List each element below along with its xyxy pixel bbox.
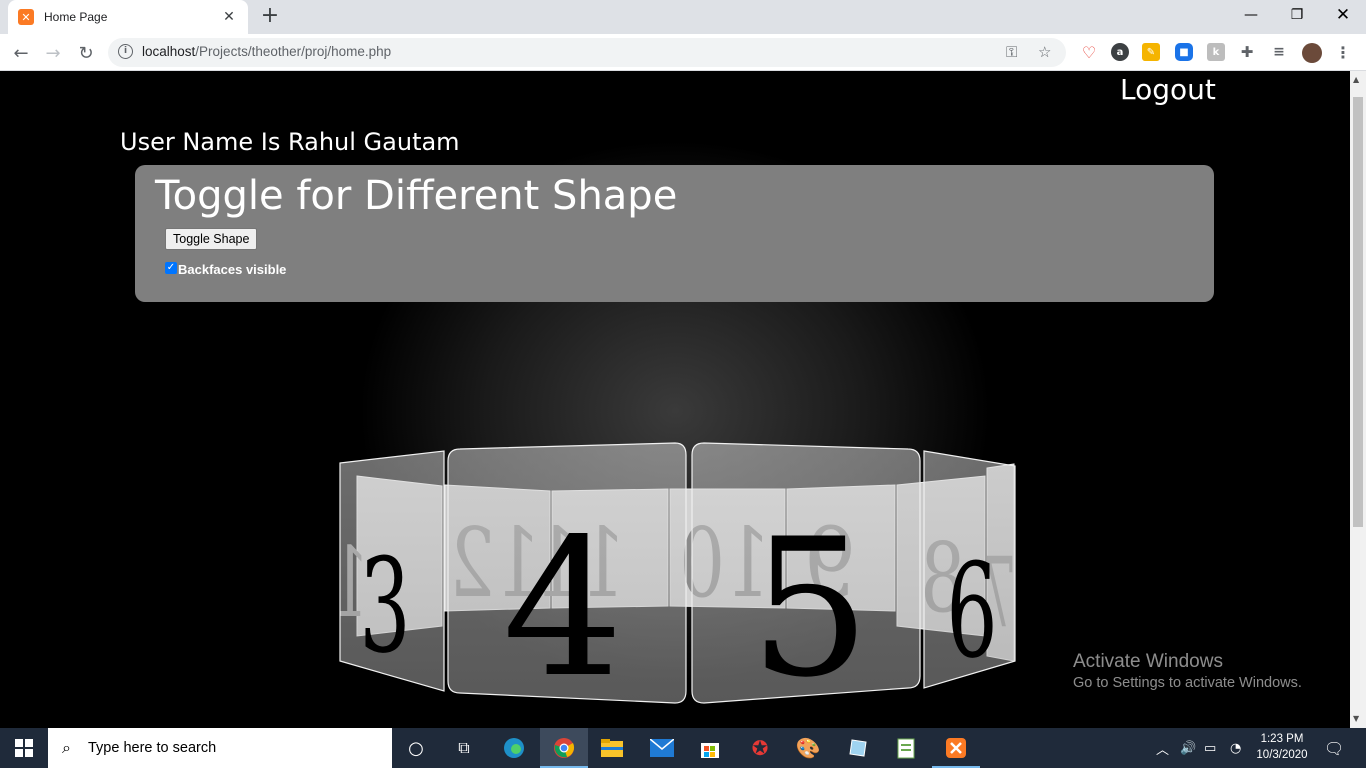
heart-extension-icon[interactable]: ♡ [1080,43,1098,62]
watermark-title: Activate Windows [1073,651,1223,672]
key-icon[interactable]: ⚿ [1006,43,1017,61]
minimize-icon[interactable]: — [1228,0,1274,30]
profile-avatar[interactable] [1302,43,1322,63]
watermark-subtitle: Go to Settings to activate Windows. [1073,675,1302,691]
antivirus-icon[interactable]: ✪ [748,736,772,760]
browser-toolbar: ← → ↻ i localhost/Projects/theother/proj… [0,34,1366,71]
show-hidden-icons[interactable]: ︿ [1156,728,1169,768]
new-tab-icon[interactable]: + [258,4,282,28]
xampp-icon[interactable] [944,736,968,760]
tab-title: Home Page [44,10,108,24]
restore-icon[interactable]: ❐ [1274,0,1320,30]
bookmark-star-icon[interactable]: ☆ [1038,43,1051,61]
logout-link[interactable]: Logout [1120,73,1216,106]
site-info-icon[interactable]: i [118,44,133,59]
notes-app-icon[interactable] [846,736,870,760]
extension-blue-icon[interactable]: ■ [1175,43,1193,61]
mail-icon[interactable] [650,736,674,760]
notepad-plus-icon[interactable] [894,736,918,760]
media-control-icon[interactable]: ≡ [1270,43,1288,61]
search-placeholder: Type here to search [88,740,217,756]
scroll-down-icon[interactable]: ▼ [1353,714,1359,723]
page-content: 1 12 11 10 9 8 7 3 4 5 6 Logout User Nam… [0,71,1350,728]
battery-icon[interactable]: ▭ [1204,728,1216,768]
front-number-6: 6 [946,536,997,687]
clock-date: 10/3/2020 [1256,749,1308,761]
backfaces-label[interactable]: Backfaces visible [178,262,286,277]
forward-icon[interactable]: → [41,41,65,65]
reload-icon[interactable]: ↻ [74,41,98,65]
windows-start-icon[interactable] [0,728,48,768]
front-number-5: 5 [750,498,871,719]
front-number-4: 4 [503,498,624,719]
wifi-icon[interactable]: ◔ [1230,728,1241,768]
taskbar-clock[interactable]: 1:23 PM 10/3/2020 [1252,731,1312,763]
browser-tab-home[interactable]: ✕ Home Page ✕ [8,0,248,34]
browser-tab-bar: ✕ Home Page ✕ + — ❐ ✕ [0,0,1366,34]
search-icon: ⌕ [62,738,71,757]
extensions-puzzle-icon[interactable]: ✚ [1238,43,1256,61]
highlighter-extension-icon[interactable]: ✎ [1142,43,1160,61]
menu-kebab-icon[interactable]: ⋮ [1334,43,1352,62]
back-icon[interactable]: ← [9,41,33,65]
xampp-favicon-icon: ✕ [18,9,34,25]
edge-icon[interactable] [502,736,526,760]
page-scrollbar[interactable]: ▲ ▼ [1350,71,1366,728]
activate-windows-watermark: Activate Windows Go to Settings to activ… [1073,651,1302,691]
url-text[interactable]: localhost/Projects/theother/proj/home.ph… [142,44,391,59]
extension-a-icon[interactable]: a [1111,43,1129,61]
chrome-icon[interactable] [552,736,576,760]
close-window-icon[interactable]: ✕ [1320,0,1366,30]
windows-taskbar: ⌕ Type here to search ○ ⧉ ✪ 🎨 ︿ 🔊 ▭ ◔ 1:… [0,728,1366,768]
clock-time: 1:23 PM [1260,733,1304,745]
url-host: localhost [142,44,196,59]
carousel-front-panels [339,442,1016,704]
close-tab-icon[interactable]: ✕ [220,9,238,25]
panel-title: Toggle for Different Shape [155,173,678,219]
volume-icon[interactable]: 🔊 [1180,728,1196,768]
cortana-icon[interactable]: ○ [404,736,428,760]
username-text: User Name Is Rahul Gautam [120,128,460,156]
task-view-icon[interactable]: ⧉ [452,736,476,760]
store-icon[interactable] [698,736,722,760]
url-path: /Projects/theother/proj/home.php [195,44,392,59]
taskbar-search-box[interactable]: ⌕ Type here to search [48,728,392,768]
paint-icon[interactable]: 🎨 [796,736,821,760]
scroll-thumb[interactable] [1353,97,1363,527]
toggle-shape-button[interactable]: Toggle Shape [165,228,258,250]
file-explorer-icon[interactable] [600,736,624,760]
scroll-up-icon[interactable]: ▲ [1353,75,1359,84]
notification-icon[interactable]: 🗨 [1324,728,1344,768]
control-panel: Toggle for Different Shape Toggle Shape … [135,165,1214,302]
front-number-3: 3 [359,531,410,682]
backfaces-checkbox[interactable]: ✓ [165,262,177,274]
extension-gray-icon[interactable]: k [1207,43,1225,61]
address-bar[interactable]: i localhost/Projects/theother/proj/home.… [108,38,1066,67]
